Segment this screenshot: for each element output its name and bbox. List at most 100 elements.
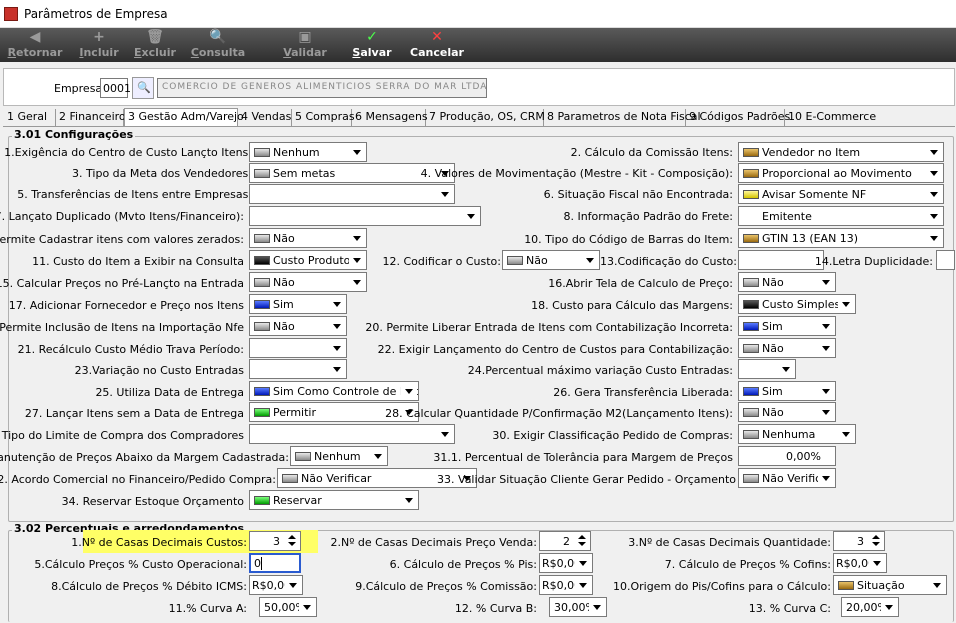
select-11[interactable]: Custo Produto xyxy=(249,250,367,270)
chevron-down-icon xyxy=(299,599,315,615)
custo-operacional-input[interactable]: 0 xyxy=(249,553,301,573)
value: Não xyxy=(526,254,548,267)
swatch xyxy=(743,190,759,199)
consulta-button[interactable]: 🔍 Consulta xyxy=(188,28,248,62)
swatch xyxy=(743,278,759,287)
label-curva-c: 13. % Curva C: xyxy=(748,602,831,615)
label-4: 4. Valores de Movimentação (Mestre - Kit… xyxy=(420,167,733,180)
label-15: 15. Calcular Preços no Pré-Lançto na Ent… xyxy=(0,277,244,290)
select-15[interactable]: Não xyxy=(249,272,367,292)
tab-gestao-adm-varejo[interactable]: 3 Gestão Adm/Varejo xyxy=(124,108,244,127)
label-casas-preco: 2.Nº de Casas Decimais Preço Venda: xyxy=(330,536,537,549)
close-icon: ✕ xyxy=(431,29,443,45)
chevron-down-icon xyxy=(370,448,386,464)
label-6: 6. Situação Fiscal não Encontrada: xyxy=(543,188,733,201)
select-28[interactable]: Não xyxy=(738,402,836,422)
select-18[interactable]: Custo Simples xyxy=(738,294,856,314)
select-10[interactable]: GTIN 13 (EAN 13) xyxy=(738,228,944,248)
input-13[interactable] xyxy=(738,250,824,270)
stepper-arrows-icon[interactable] xyxy=(869,533,883,549)
select-21[interactable] xyxy=(249,338,347,358)
select-26[interactable]: Sim xyxy=(738,381,836,401)
salvar-button[interactable]: ✓ Salvar xyxy=(348,28,396,62)
input-31-1[interactable]: 0,00% xyxy=(738,446,836,466)
tab-producao[interactable]: 7 Produção, OS, CRM xyxy=(426,109,545,126)
select-1[interactable]: Nenhum xyxy=(249,142,367,162)
value: Nenhum xyxy=(314,450,361,463)
tab-mensagens[interactable]: 6 Mensagens xyxy=(352,109,428,126)
select-8[interactable]: Emitente xyxy=(738,206,944,226)
stepper-arrows-icon[interactable] xyxy=(285,533,299,549)
chevron-down-icon xyxy=(926,165,942,181)
select-24[interactable] xyxy=(738,359,796,379)
stepper-arrows-icon[interactable] xyxy=(575,533,589,549)
retornar-button[interactable]: ◀ Retornar xyxy=(4,28,66,62)
tab-financeiros[interactable]: 2 Financeiros xyxy=(56,109,131,126)
select-9[interactable]: Não xyxy=(249,228,367,248)
casas-custos-stepper[interactable]: 3 xyxy=(249,531,301,551)
curva-c-select[interactable]: 20,00% xyxy=(841,597,899,617)
select-19[interactable]: Não xyxy=(249,316,347,336)
select-6[interactable]: Avisar Somente NF xyxy=(738,184,944,204)
input-14[interactable] xyxy=(936,250,955,270)
value: Custo Simples xyxy=(762,298,841,311)
select-29[interactable] xyxy=(249,424,455,444)
select-5[interactable] xyxy=(249,184,455,204)
chevron-down-icon xyxy=(349,274,365,290)
select-12[interactable]: Não xyxy=(502,250,600,270)
swatch xyxy=(254,300,270,309)
incluir-button[interactable]: + Incluir xyxy=(74,28,124,62)
value: Situação xyxy=(857,579,905,592)
tab-vendas[interactable]: 4 Vendas xyxy=(238,109,292,126)
casas-preco-stepper[interactable]: 2 xyxy=(539,531,591,551)
validar-button[interactable]: ▣ Validar xyxy=(280,28,330,62)
value: Nenhuma xyxy=(762,428,816,441)
tab-nota-fiscal[interactable]: 8 Parametros de Nota Fiscal xyxy=(544,109,701,126)
select-22[interactable]: Não xyxy=(738,338,836,358)
cancelar-button[interactable]: ✕ Cancelar xyxy=(408,28,466,62)
empresa-name: COMERCIO DE GENEROS ALIMENTICIOS SERRA D… xyxy=(162,82,487,92)
select-7[interactable] xyxy=(249,206,481,226)
chevron-down-icon xyxy=(838,296,854,312)
excluir-button[interactable]: 🗑 Excluir xyxy=(130,28,180,62)
tab-compras[interactable]: 5 Compras xyxy=(292,109,355,126)
toolbar: ◀ Retornar + Incluir 🗑 Excluir 🔍 Consulta ▣ V… xyxy=(0,28,956,62)
check-icon: ✓ xyxy=(366,29,378,45)
tab-ecommerce[interactable]: 10 E-Commerce xyxy=(785,109,876,126)
title-bar: Parâmetros de Empresa xyxy=(0,0,956,28)
chevron-down-icon xyxy=(349,252,365,268)
select-34[interactable]: Reservar xyxy=(249,490,419,510)
trash-icon: 🗑 xyxy=(146,29,164,45)
validate-icon: ▣ xyxy=(298,29,312,45)
label-32: 32. Acordo Comercial no Financeiro/Pedid… xyxy=(0,473,276,486)
empresa-code-field[interactable]: 0001 xyxy=(100,78,131,98)
select-20[interactable]: Sim xyxy=(738,316,836,336)
curva-b-select[interactable]: 30,00% xyxy=(549,597,607,617)
select-4[interactable]: Proporcional ao Movimento xyxy=(738,163,944,183)
pis-select[interactable]: R$0,00 xyxy=(539,553,593,573)
casas-quantidade-stepper[interactable]: 3 xyxy=(833,531,885,551)
tab-codigos-padroes[interactable]: 9 Códigos Padrões xyxy=(686,109,790,126)
origem-pis-select[interactable]: Situação xyxy=(833,575,947,595)
empresa-search-button[interactable]: 🔍 xyxy=(132,77,154,99)
select-30[interactable]: Nenhuma xyxy=(738,424,856,444)
select-16[interactable]: Não xyxy=(738,272,836,292)
select-33[interactable]: Não Verifica xyxy=(738,468,836,488)
icms-select[interactable]: R$0,00 xyxy=(249,575,303,595)
select-23[interactable] xyxy=(249,359,347,379)
label-27: 27. Lançar Itens sem a Data de Entrega xyxy=(24,407,244,420)
select-31[interactable]: Nenhum xyxy=(290,446,388,466)
curva-a-select[interactable]: 50,00% xyxy=(259,597,317,617)
cofins-select[interactable]: R$0,00 xyxy=(833,553,887,573)
tab-geral[interactable]: 1 Geral xyxy=(4,109,56,126)
select-25[interactable]: Sim Como Controle de Expe xyxy=(249,381,419,401)
comissao-select[interactable]: R$0,00 xyxy=(539,575,593,595)
chevron-down-icon xyxy=(463,208,479,224)
select-17[interactable]: Sim xyxy=(249,294,347,314)
value: Não xyxy=(762,276,784,289)
select-2[interactable]: Vendedor no Item xyxy=(738,142,944,162)
chevron-down-icon xyxy=(881,599,897,615)
label-8: 8. Informação Padrão do Frete: xyxy=(563,210,733,223)
retornar-label: Retornar xyxy=(7,46,63,59)
tab-content: 3.01 Configurações 1.Exigência do Centro… xyxy=(0,126,955,623)
